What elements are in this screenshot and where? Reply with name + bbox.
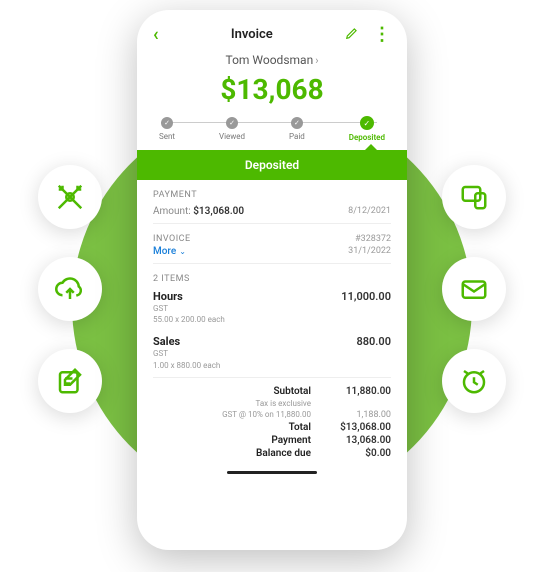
note-edit-icon xyxy=(38,349,102,413)
more-link[interactable]: More ⌄ xyxy=(153,246,186,257)
devices-icon xyxy=(442,165,506,229)
items-section: 2 ITEMS Hours GST 55.00 x 200.00 each 11… xyxy=(137,264,407,377)
back-button[interactable]: ‹ xyxy=(153,24,159,45)
customer-row[interactable]: Tom Woodsman › xyxy=(137,53,407,67)
totals-section: Subtotal11,880.00 Tax is exclusive GST @… xyxy=(137,378,407,465)
step-dot-deposited xyxy=(360,116,374,130)
screen-title: Invoice xyxy=(231,27,273,42)
phone-frame: ‹ Invoice ⋮ Tom Woodsman › $13,068 Sent … xyxy=(137,10,407,550)
design-tools-icon xyxy=(38,165,102,229)
left-icon-column xyxy=(38,165,102,441)
invoice-date: 31/1/2022 xyxy=(348,246,391,256)
payment-section: PAYMENT Amount: $13,068.00 8/12/2021 xyxy=(137,180,407,223)
mail-icon xyxy=(442,257,506,321)
items-title: 2 ITEMS xyxy=(153,274,391,284)
home-indicator xyxy=(227,471,317,474)
step-dot-paid xyxy=(291,117,303,129)
customer-name: Tom Woodsman xyxy=(225,53,313,67)
line-item[interactable]: Sales GST 1.00 x 880.00 each 880.00 xyxy=(153,335,391,370)
chevron-down-icon: ⌄ xyxy=(179,247,186,256)
cloud-upload-icon xyxy=(38,257,102,321)
payment-date: 8/12/2021 xyxy=(348,206,391,216)
right-icon-column xyxy=(442,165,506,441)
payment-title: PAYMENT xyxy=(153,190,391,200)
line-item[interactable]: Hours GST 55.00 x 200.00 each 11,000.00 xyxy=(153,290,391,325)
alarm-clock-icon xyxy=(442,349,506,413)
chevron-right-icon: › xyxy=(315,54,318,67)
invoice-number: #328372 xyxy=(355,234,391,244)
edit-icon[interactable] xyxy=(345,25,359,44)
status-progress: Sent Viewed Paid Deposited xyxy=(137,116,407,142)
more-menu-icon[interactable]: ⋮ xyxy=(373,24,391,45)
invoice-title: INVOICE xyxy=(153,234,191,244)
step-dot-viewed xyxy=(226,117,238,129)
invoice-amount: $13,068 xyxy=(137,73,407,106)
step-dot-sent xyxy=(161,117,173,129)
invoice-section: INVOICE #328372 More ⌄ 31/1/2022 xyxy=(137,224,407,263)
status-ribbon: Deposited xyxy=(137,150,407,180)
